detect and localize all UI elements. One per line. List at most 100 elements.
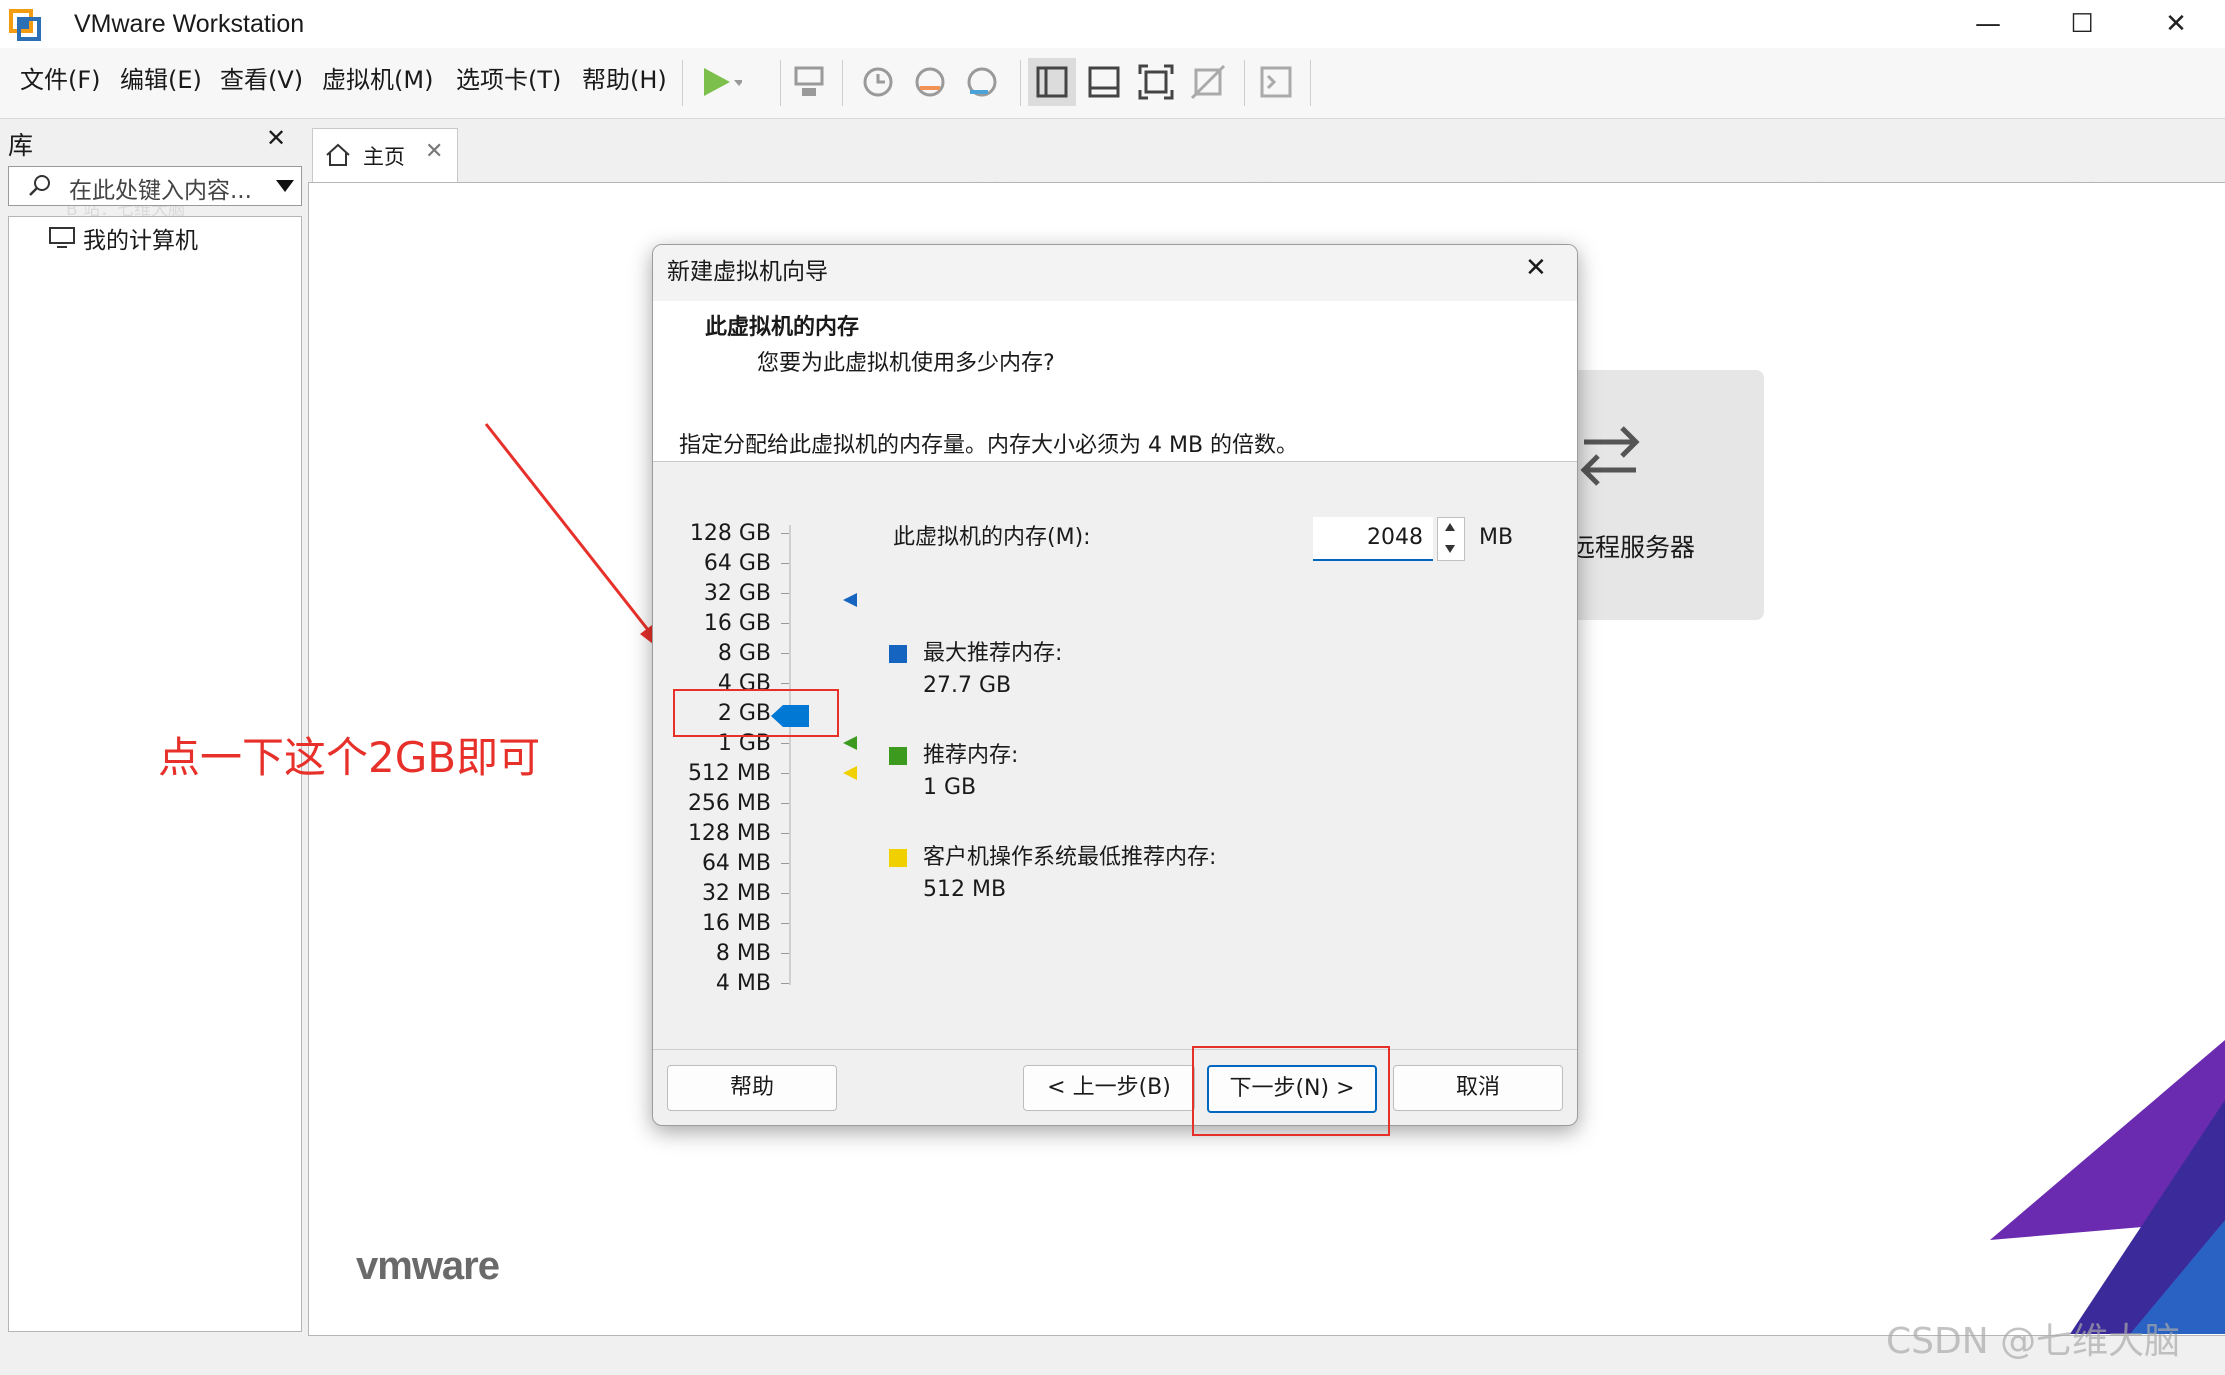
- send-ctrl-alt-del-icon[interactable]: [786, 58, 834, 106]
- memory-label: 此虚拟机的内存(M):: [893, 525, 1091, 550]
- scale-label[interactable]: 8 MB: [661, 939, 771, 969]
- menu-tabs[interactable]: 选项卡(T): [456, 62, 561, 98]
- home-icon: [326, 143, 350, 166]
- remote-connect-icon: [1580, 426, 1640, 486]
- menu-file[interactable]: 文件(F): [20, 62, 101, 98]
- scale-label[interactable]: 128 GB: [661, 519, 771, 549]
- footer-divider: [653, 1049, 1577, 1050]
- toolbar-separator: [682, 60, 683, 106]
- help-button[interactable]: 帮助: [667, 1065, 837, 1111]
- close-window-button[interactable]: ✕: [2146, 6, 2206, 42]
- min-recommended-value: 512 MB: [923, 877, 1007, 902]
- max-recommended-marker-icon: [843, 593, 857, 607]
- back-button[interactable]: < 上一步(B): [1023, 1065, 1195, 1111]
- tab-home[interactable]: 主页 ✕: [312, 128, 458, 183]
- minimize-button[interactable]: —: [1958, 6, 2018, 42]
- play-icon[interactable]: [694, 58, 742, 106]
- max-recommended-label: 最大推荐内存:: [923, 641, 1063, 666]
- chevron-down-icon[interactable]: [275, 179, 295, 193]
- next-highlight-box: [1192, 1046, 1390, 1136]
- scale-tick: [781, 923, 789, 924]
- scale-tick: [781, 683, 789, 684]
- recommended-swatch: [889, 747, 907, 765]
- dialog-close-button[interactable]: ✕: [1525, 253, 1547, 283]
- tab-close-button[interactable]: ✕: [425, 139, 443, 164]
- vmware-brand-logo: vmware: [356, 1244, 500, 1288]
- toolbar-separator: [1020, 60, 1021, 106]
- scale-tick: [781, 803, 789, 804]
- scale-label[interactable]: 64 GB: [661, 549, 771, 579]
- title-bar: [0, 0, 2225, 48]
- memory-unit: MB: [1479, 525, 1514, 550]
- thumbnail-bar-icon[interactable]: [1080, 58, 1128, 106]
- scale-tick: [781, 893, 789, 894]
- snapshot-icon[interactable]: [854, 58, 902, 106]
- page-subheading: 您要为此虚拟机使用多少内存?: [757, 351, 1055, 376]
- toolbar-separator: [780, 60, 781, 106]
- menu-vm[interactable]: 虚拟机(M): [322, 62, 433, 98]
- show-library-icon[interactable]: [1028, 58, 1076, 106]
- tree-item-label: 我的计算机: [83, 228, 198, 254]
- annotation-text: 点一下这个2GB即可: [158, 733, 541, 782]
- search-placeholder: 在此处键入内容...: [69, 178, 252, 204]
- library-close-button[interactable]: ✕: [266, 124, 286, 152]
- scale-label[interactable]: 4 MB: [661, 969, 771, 999]
- footer-watermark: CSDN @七维大脑: [1886, 1321, 2181, 1362]
- memory-spinner[interactable]: [1437, 517, 1465, 561]
- recommended-marker-icon: [843, 736, 857, 750]
- snapshot-manager-icon[interactable]: [958, 58, 1006, 106]
- spin-up-icon[interactable]: [1444, 522, 1456, 532]
- menu-help[interactable]: 帮助(H): [582, 62, 667, 98]
- slider-track[interactable]: [789, 525, 791, 985]
- page-heading: 此虚拟机的内存: [705, 315, 860, 340]
- spin-down-icon[interactable]: [1444, 544, 1456, 554]
- dialog-title: 新建虚拟机向导: [667, 259, 828, 285]
- scale-tick: [781, 653, 789, 654]
- recommended-label: 推荐内存:: [923, 743, 1019, 768]
- library-search-input[interactable]: 在此处键入内容...: [8, 166, 302, 206]
- full-screen-icon[interactable]: [1132, 58, 1180, 106]
- scale-tick: [781, 773, 789, 774]
- scale-label[interactable]: 16 MB: [661, 909, 771, 939]
- remote-server-label: 远程服务器: [1570, 533, 1696, 562]
- scale-tick: [781, 533, 789, 534]
- search-icon: [29, 175, 50, 196]
- new-vm-wizard-dialog: 新建虚拟机向导 ✕ 此虚拟机的内存 您要为此虚拟机使用多少内存? 指定分配给此虚…: [652, 244, 1578, 1126]
- min-recommended-swatch: [889, 849, 907, 867]
- scale-tick: [781, 743, 789, 744]
- memory-input-value: 2048: [1367, 525, 1423, 550]
- scale-label[interactable]: 128 MB: [661, 819, 771, 849]
- toolbar-separator: [1244, 60, 1245, 106]
- unity-icon[interactable]: [1184, 58, 1232, 106]
- menu-view[interactable]: 查看(V): [220, 62, 303, 98]
- scale-tick: [781, 863, 789, 864]
- revert-snapshot-icon[interactable]: [906, 58, 954, 106]
- menu-edit[interactable]: 编辑(E): [120, 62, 202, 98]
- scale-label[interactable]: 32 GB: [661, 579, 771, 609]
- scale-label[interactable]: 8 GB: [661, 639, 771, 669]
- tree-item-my-computer[interactable]: 我的计算机: [49, 221, 198, 255]
- scale-tick: [781, 593, 789, 594]
- computer-icon: [49, 227, 75, 248]
- scale-label[interactable]: 32 MB: [661, 879, 771, 909]
- max-recommended-value: 27.7 GB: [923, 673, 1012, 698]
- scale-tick: [781, 563, 789, 564]
- scale-label[interactable]: 64 MB: [661, 849, 771, 879]
- scale-label[interactable]: 256 MB: [661, 789, 771, 819]
- scale-tick: [781, 953, 789, 954]
- scale-tick: [781, 623, 789, 624]
- vmware-logo-icon: [9, 9, 41, 41]
- min-recommended-label: 客户机操作系统最低推荐内存:: [923, 845, 1217, 870]
- scale-label[interactable]: 16 GB: [661, 609, 771, 639]
- toolbar-separator: [842, 60, 843, 106]
- console-icon[interactable]: [1252, 58, 1300, 106]
- maximize-button[interactable]: ☐: [2052, 6, 2112, 42]
- decorative-graphic: [1990, 1040, 2225, 1334]
- recommended-value: 1 GB: [923, 775, 977, 800]
- tab-label: 主页: [363, 145, 405, 169]
- memory-input[interactable]: 2048: [1313, 517, 1433, 561]
- max-recommended-swatch: [889, 645, 907, 663]
- library-title: 库: [8, 131, 34, 160]
- cancel-button[interactable]: 取消: [1393, 1065, 1563, 1111]
- scale-label[interactable]: 512 MB: [661, 759, 771, 789]
